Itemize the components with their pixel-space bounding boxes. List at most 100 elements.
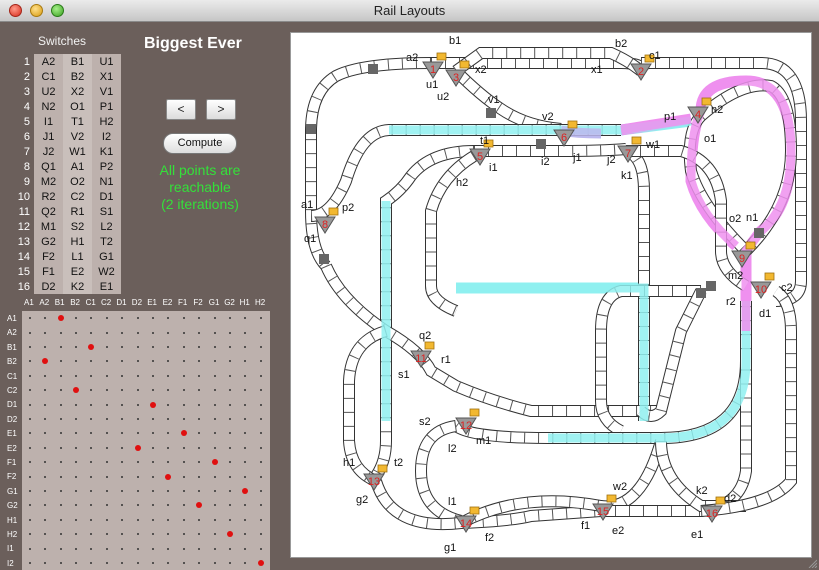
matrix-cell-dot	[198, 317, 201, 320]
block-marker	[754, 228, 764, 238]
matrix-cell-dot	[136, 562, 139, 564]
resize-grip-icon[interactable]	[807, 558, 817, 568]
matrix-cell-dot	[244, 562, 247, 564]
track-point-label: a1	[301, 199, 313, 211]
matrix-cell-dot	[121, 389, 124, 392]
matrix-cell-dot	[44, 374, 47, 377]
matrix-cell-dot	[213, 331, 216, 334]
matrix-cell-dot	[182, 418, 185, 420]
matrix-cell-dot	[151, 374, 154, 377]
matrix-cell-dot	[105, 346, 108, 348]
matrix-cell-dot	[259, 403, 262, 406]
matrix-cell-dot	[167, 346, 170, 348]
matrix-cell-dot	[259, 389, 262, 392]
switch-point-c: S1	[92, 204, 121, 219]
track-point-label: o1	[704, 133, 716, 145]
switch-point-c: H2	[92, 114, 121, 129]
matrix-cell-dot	[121, 490, 124, 492]
reachable-marker	[149, 401, 156, 408]
matrix-cell-dot	[228, 418, 231, 420]
matrix-cell-dot	[244, 475, 247, 478]
compute-button[interactable]: Compute	[163, 133, 237, 154]
reachable-marker	[242, 488, 249, 494]
switch-point-c: T2	[92, 234, 121, 249]
matrix-cell-dot	[136, 533, 139, 536]
track-point-label: q2	[419, 330, 431, 342]
track-point-label: u2	[437, 91, 449, 103]
matrix-cell-dot	[74, 518, 77, 521]
matrix-cell-dot	[121, 504, 124, 507]
switch-number: 9	[23, 175, 30, 188]
switch-point-b: T1	[63, 114, 92, 129]
switch-point-b: C2	[63, 189, 92, 204]
next-layout-button[interactable]: >	[206, 99, 236, 120]
matrix-cell-dot	[182, 317, 185, 320]
matrix-cell-dot	[121, 461, 124, 464]
switch-number-label: 11	[415, 353, 426, 365]
switch-number-label: 2	[638, 66, 644, 78]
track-point-label: g2	[356, 494, 368, 506]
matrix-cell-dot	[136, 331, 139, 334]
matrix-cell-dot	[228, 317, 231, 320]
matrix-cell-dot	[213, 418, 216, 420]
switch-point-a: U2	[34, 84, 63, 99]
matrix-cell-dot	[244, 533, 247, 536]
matrix-cell-dot	[136, 475, 139, 478]
matrix-row-header: F2	[7, 472, 17, 482]
switch-row: 4 N2 O1 P1	[8, 99, 121, 114]
switch-number: 16	[17, 280, 30, 293]
matrix-cell-dot	[44, 317, 47, 320]
switch-point-a: M2	[34, 174, 63, 189]
matrix-cell-dot	[136, 360, 139, 363]
matrix-cell-dot	[228, 446, 231, 449]
matrix-cell-dot	[167, 547, 170, 550]
matrix-cell-dot	[59, 490, 62, 492]
track-point-label: v2	[542, 111, 554, 123]
previous-layout-button[interactable]: <	[166, 99, 196, 120]
matrix-cell-dot	[90, 331, 93, 334]
matrix-cell-dot	[151, 360, 154, 363]
switch-number: 7	[23, 145, 30, 158]
track-point-label: f2	[485, 532, 494, 544]
matrix-cell-dot	[244, 374, 247, 377]
matrix-cell-dot	[28, 432, 31, 435]
matrix-cell-dot	[105, 374, 108, 377]
switch-number-label: 8	[322, 219, 328, 231]
matrix-cell-dot	[182, 504, 185, 507]
track-rail-outer	[310, 124, 621, 222]
matrix-column-header: C2	[101, 298, 112, 307]
matrix-cell-dot	[28, 547, 31, 550]
matrix-cell-dot	[213, 403, 216, 406]
switch-point-a: A2	[34, 54, 63, 69]
matrix-cell-dot	[198, 418, 201, 420]
matrix-cell-dot	[59, 403, 62, 406]
matrix-column-header: A2	[39, 298, 50, 307]
switch-point-c: V1	[92, 84, 121, 99]
switch-point-a: Q2	[34, 204, 63, 219]
matrix-cell-dot	[74, 346, 77, 348]
matrix-cell-dot	[105, 533, 108, 536]
matrix-cell-dot	[74, 533, 77, 536]
switch-point-c: W2	[92, 264, 121, 279]
track-point-label: c1	[649, 50, 661, 62]
matrix-cell-dot	[151, 389, 154, 392]
track-point-label: p2	[342, 202, 354, 214]
matrix-column-header: G2	[224, 298, 235, 307]
track-layout-canvas[interactable]: 1 2 3 4 5 6 7 8 9 10 11 12 13 14 15 16 a1 a2 b1 b2 c1 c2 d1 d2 e…	[290, 32, 812, 558]
reachable-marker	[134, 444, 141, 451]
track-rail-inner	[306, 58, 432, 270]
matrix-cell-dot	[74, 331, 77, 334]
reachability-matrix: A1 A2 B1 B2 C1 C2 D1 D2 E1 E2 F1 F2 G1 G2 H1 H2 A1 A2 B1 B2…	[0, 296, 276, 570]
switch-point-a: J2	[34, 144, 63, 159]
track-rail-outer	[305, 57, 432, 271]
matrix-cell-dot	[182, 562, 185, 564]
block-marker	[486, 108, 496, 118]
matrix-cell-dot	[105, 418, 108, 420]
matrix-cell-dot	[136, 418, 139, 420]
matrix-cell-dot	[151, 461, 154, 464]
status-line-2: reachable	[169, 179, 231, 195]
matrix-cell-dot	[213, 389, 216, 392]
switch-point-b: K2	[63, 279, 92, 294]
matrix-cell-dot	[28, 346, 31, 348]
matrix-cell-dot	[213, 562, 216, 564]
